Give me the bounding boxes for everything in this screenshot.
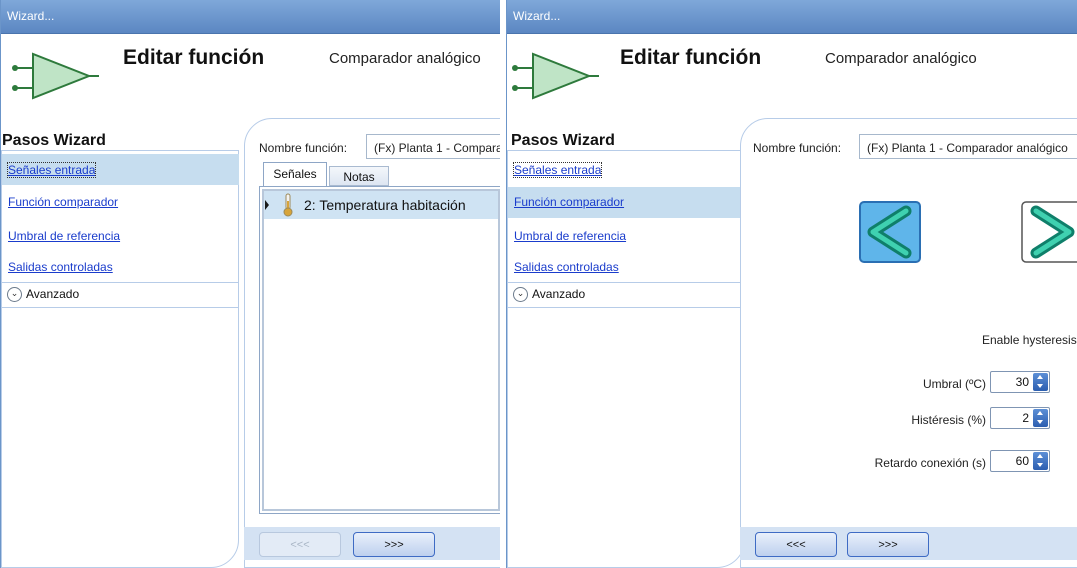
step-umbral-referencia[interactable]: Umbral de referencia (8, 229, 120, 243)
previous-button[interactable]: <<< (259, 532, 341, 557)
chevron-down-icon: ⌄ (7, 287, 22, 302)
spin-buttons[interactable] (1033, 409, 1048, 427)
arrow-down-icon[interactable] (1037, 463, 1043, 467)
advanced-expander[interactable]: ⌄ Avanzado (508, 282, 745, 308)
title-bar[interactable]: Wizard... (1, 0, 500, 34)
wizard-window-right: Wizard... Editar función Comparador anal… (506, 0, 1077, 568)
tab-body: 2: Temperatura habitación (259, 186, 500, 514)
function-name-input[interactable]: (Fx) Planta 1 - Comparador analógico (859, 134, 1077, 159)
chevron-down-icon: ⌄ (513, 287, 528, 302)
function-name-label: Nombre función: (259, 141, 348, 155)
page-subtitle: Comparador analógico (329, 50, 481, 67)
list-item[interactable]: 2: Temperatura habitación (264, 191, 498, 219)
page-title: Editar función (123, 46, 265, 69)
tab-control: Señales Notas 2: Temperatura habitación (259, 162, 500, 514)
arrow-up-icon[interactable] (1037, 454, 1043, 458)
umbral-value: 30 (1015, 375, 1029, 389)
step-salidas-controladas[interactable]: Salidas controladas (514, 260, 619, 274)
less-than-icon[interactable] (859, 201, 921, 263)
advanced-expander[interactable]: ⌄ Avanzado (2, 282, 239, 308)
umbral-stepper[interactable]: 30 (990, 371, 1050, 393)
window-title: Wizard... (7, 9, 55, 23)
content-panel: Nombre función: (Fx) Planta 1 - Comparad… (740, 118, 1077, 568)
previous-button[interactable]: <<< (755, 532, 837, 557)
step-umbral-referencia[interactable]: Umbral de referencia (514, 229, 626, 243)
spin-buttons[interactable] (1033, 373, 1048, 391)
signals-list: 2: Temperatura habitación (262, 189, 500, 511)
header: Editar función Comparador analógico (507, 34, 1077, 118)
spin-buttons[interactable] (1033, 452, 1048, 470)
header: Editar función Comparador analógico (1, 34, 500, 118)
row-selector-icon (265, 200, 269, 210)
greater-than-icon[interactable] (1021, 201, 1077, 263)
signal-label: 2: Temperatura habitación (304, 197, 466, 213)
function-name-input[interactable]: (Fx) Planta 1 - Comparador analógico (366, 134, 500, 159)
histeresis-value: 2 (1022, 411, 1029, 425)
histeresis-label: Histéresis (%) (911, 413, 986, 427)
steps-panel: Señales entrada Función comparador Umbra… (507, 150, 745, 568)
tab-notas[interactable]: Notas (329, 166, 389, 186)
step-funcion-comparador[interactable]: Función comparador (8, 195, 118, 209)
tab-senales[interactable]: Señales (263, 162, 327, 186)
enable-hysteresis-label: Enable hysteresis (982, 333, 1077, 347)
umbral-label: Umbral (ºC) (922, 377, 986, 391)
advanced-label: Avanzado (532, 287, 586, 301)
steps-title: Pasos Wizard (2, 132, 106, 149)
steps-panel: Señales entrada Función comparador Umbra… (1, 150, 239, 568)
comparator-function-icon (12, 52, 99, 100)
retardo-stepper[interactable]: 60 (990, 450, 1050, 472)
advanced-label: Avanzado (26, 287, 80, 301)
page-subtitle: Comparador analógico (825, 50, 977, 67)
title-bar[interactable]: Wizard... (507, 0, 1077, 34)
step-salidas-controladas[interactable]: Salidas controladas (8, 260, 113, 274)
thermometer-icon (283, 193, 293, 217)
step-funcion-comparador[interactable]: Función comparador (514, 195, 624, 209)
retardo-value: 60 (1015, 454, 1029, 468)
histeresis-stepper[interactable]: 2 (990, 407, 1050, 429)
comparator-function-icon (512, 52, 599, 100)
next-button[interactable]: >>> (353, 532, 435, 557)
arrow-up-icon[interactable] (1037, 411, 1043, 415)
page-title: Editar función (620, 46, 762, 69)
window-title: Wizard... (513, 9, 561, 23)
retardo-label: Retardo conexión (s) (874, 456, 986, 470)
step-senales-entrada[interactable]: Señales entrada (512, 162, 603, 178)
arrow-down-icon[interactable] (1037, 384, 1043, 388)
step-senales-entrada[interactable]: Señales entrada (6, 162, 97, 178)
arrow-up-icon[interactable] (1037, 375, 1043, 379)
next-button[interactable]: >>> (847, 532, 929, 557)
arrow-down-icon[interactable] (1037, 420, 1043, 424)
wizard-window-left: Wizard... Editar función Comparador anal… (0, 0, 500, 568)
function-name-label: Nombre función: (753, 141, 842, 155)
steps-title: Pasos Wizard (511, 132, 615, 149)
